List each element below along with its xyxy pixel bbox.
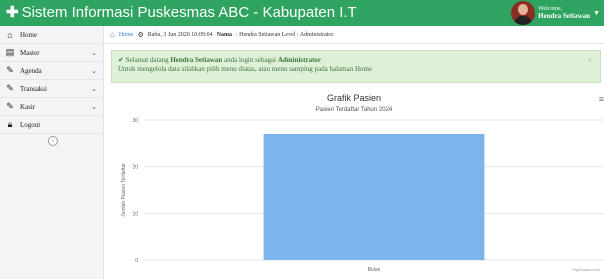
user-menu[interactable]: Welcome, Hendra Setiawan ▼ <box>511 1 600 25</box>
chart-credits[interactable]: Highcharts.com <box>572 267 600 272</box>
sidebar-item-label: Home <box>20 30 38 39</box>
chart-subtitle: Pasien Terdaftar Tahun 2024 <box>315 107 393 113</box>
edit-icon: ✎ <box>6 83 14 93</box>
sidebar: ⌂ Home ▤ Master ⌄ ✎ Agenda ⌄ ✎ Transaksi… <box>0 26 104 279</box>
plus-icon: ✚ <box>6 4 19 21</box>
home-icon: ⌂ <box>7 29 13 40</box>
sidebar-item-master[interactable]: ▤ Master ⌄ <box>0 44 103 62</box>
y-tick-label: 20 <box>132 165 138 171</box>
chart-menu-icon[interactable]: ≡ <box>599 94 604 104</box>
sidebar-item-logout[interactable]: 🔒︎ Logout <box>0 116 103 134</box>
welcome-alert: ✔ Selamat datang Hendra Setiawan anda lo… <box>111 50 601 83</box>
x-tick-label: Bulan <box>368 267 381 273</box>
gear-icon[interactable]: ⚙ <box>137 31 143 39</box>
alert-text: anda login sebagai <box>224 56 277 64</box>
close-icon[interactable]: × <box>587 56 592 65</box>
sidebar-item-label: Master <box>20 48 40 57</box>
breadcrumb-home-link[interactable]: Home <box>119 32 134 38</box>
alert-user-role: Administrator <box>277 56 322 64</box>
sidebar-collapse-button[interactable]: ‹ <box>48 136 58 146</box>
y-tick-label: 0 <box>135 258 138 264</box>
avatar <box>511 1 536 25</box>
breadcrumb-name-label: Nama <box>216 31 232 38</box>
edit-icon: ✎ <box>6 65 14 75</box>
y-axis-label: Jumlah Pasien Terdaftar <box>121 163 127 217</box>
app-title-text: Sistem Informasi Puskesmas ABC - Kabupat… <box>21 4 357 21</box>
caret-down-icon: ▼ <box>593 9 600 17</box>
sidebar-item-kasir[interactable]: ✎ Kasir ⌄ <box>0 98 103 116</box>
y-tick-label: 30 <box>132 118 138 124</box>
bar <box>263 134 485 260</box>
sidebar-item-label: Transaksi <box>20 84 47 93</box>
user-name: Hendra Setiawan <box>538 12 591 20</box>
alert-line1: ✔ Selamat datang Hendra Setiawan anda lo… <box>118 56 594 65</box>
sidebar-item-label: Agenda <box>20 66 42 75</box>
chevron-down-icon: ⌄ <box>91 102 97 111</box>
user-info: Welcome, Hendra Setiawan <box>538 6 590 20</box>
patient-chart: 0102030Jumlah Pasien TerdaftarBulanNov <box>121 118 604 273</box>
chart-title: Grafik Pasien <box>326 93 382 103</box>
alert-line2: Untuk mengelola data silahkan pilih menu… <box>118 65 373 73</box>
chevron-down-icon: ⌄ <box>91 48 97 57</box>
sidebar-item-label: Kasir <box>20 102 36 111</box>
sidebar-item-label: Logout <box>20 120 41 129</box>
main-content: ⌂ Home ⚙ Rabu, 3 Jun 2020 10:09:04 Nama … <box>104 26 604 279</box>
chevron-down-icon: ⌄ <box>91 84 97 93</box>
check-icon: ✔ <box>118 56 124 64</box>
breadcrumb-datetime: Rabu, 3 Jun 2020 10:09:04 <box>147 31 213 38</box>
edit-icon: ✎ <box>6 101 14 111</box>
lock-icon: 🔒︎ <box>7 119 13 129</box>
breadcrumb-user-info: : Hendra Setiawan Level : Administrator <box>235 31 334 38</box>
sidebar-item-transaksi[interactable]: ✎ Transaksi ⌄ <box>0 80 103 98</box>
alert-text: Selamat datang <box>125 56 169 64</box>
top-header: ✚ Sistem Informasi Puskesmas ABC - Kabupa… <box>0 0 604 26</box>
alert-user-name: Hendra Setiawan <box>170 56 223 64</box>
chevron-down-icon: ⌄ <box>91 66 97 75</box>
app-title[interactable]: ✚ Sistem Informasi Puskesmas ABC - Kabupa… <box>6 3 357 21</box>
sidebar-item-agenda[interactable]: ✎ Agenda ⌄ <box>0 62 103 80</box>
y-tick-label: 10 <box>132 211 138 217</box>
table-icon: ▤ <box>5 47 15 57</box>
home-icon: ⌂ <box>110 30 115 39</box>
breadcrumb: ⌂ Home ⚙ Rabu, 3 Jun 2020 10:09:04 Nama … <box>104 26 604 44</box>
sidebar-item-home[interactable]: ⌂ Home <box>0 26 103 44</box>
